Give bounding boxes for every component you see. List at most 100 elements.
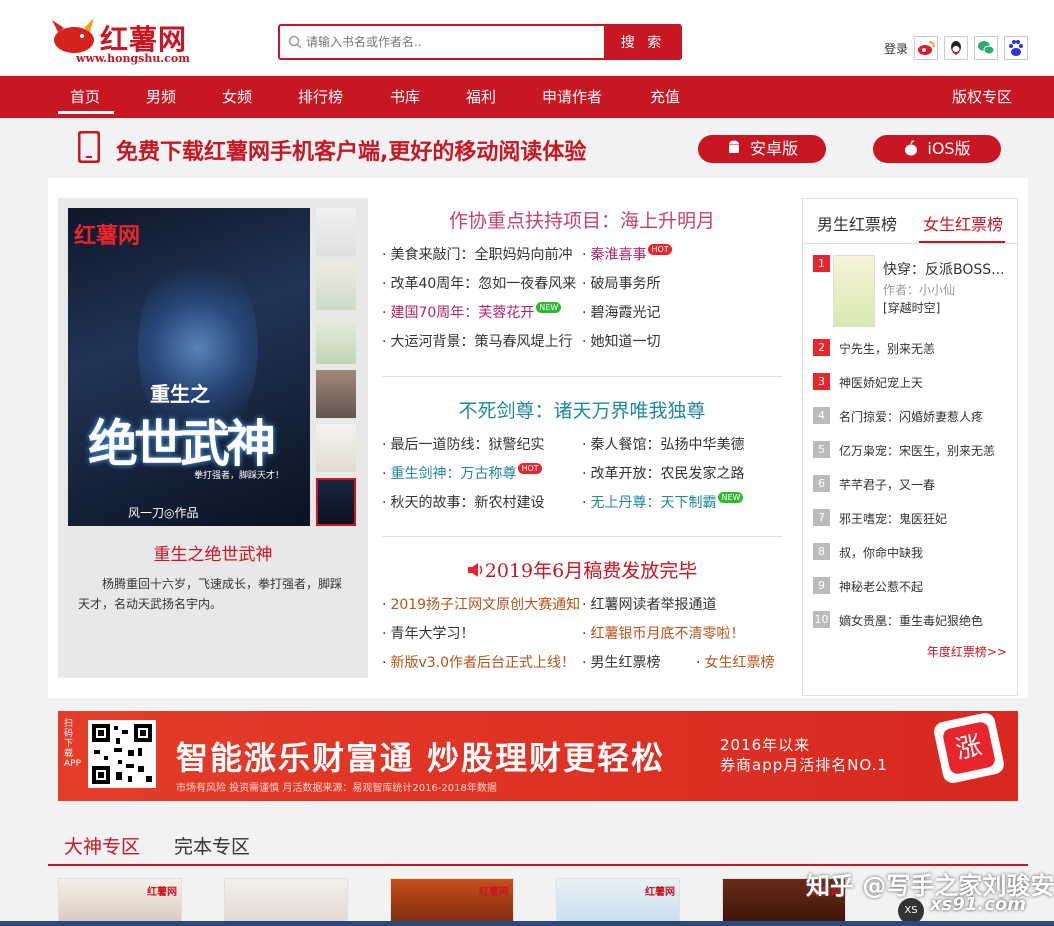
rank-number: 7 <box>813 509 830 526</box>
divider <box>382 536 782 537</box>
search-input[interactable] <box>306 30 596 54</box>
rank-title[interactable]: 叔，你命中缺我 <box>839 544 923 561</box>
cover-author: 风一刀◎作品 <box>128 506 199 520</box>
search-box: 搜 索 <box>278 24 682 60</box>
thumbnail[interactable] <box>316 370 356 418</box>
top-book-category[interactable]: [穿越时空] <box>883 299 940 316</box>
site-logo[interactable]: 红薯网 www.hongshu.com <box>50 14 200 66</box>
nav-ranking[interactable]: 排行榜 <box>298 86 343 107</box>
featured-description: 杨腾重回十六岁，飞速成长，拳打强者，脚踩天才，名动天武扬名宇内。 <box>78 577 343 611</box>
baidu-icon[interactable] <box>1004 36 1028 60</box>
android-label: 安卓版 <box>749 139 798 158</box>
ad-banner[interactable]: 扫码下载APP 智能涨乐财富通 炒股理财更轻松 2016年以来 券商app月活排名… <box>58 711 1018 801</box>
news-item[interactable]: 2019扬子江网文原创大赛通知 <box>382 594 580 614</box>
rank-title[interactable]: 名门掠爱：闪婚娇妻惹人疼 <box>839 408 983 425</box>
featured-cover[interactable]: 红薯网 重生之 绝世武神 拳打强者，脚踩天才！ 风一刀◎作品 <box>68 208 310 526</box>
qr-code-icon <box>88 720 156 788</box>
thumbnail[interactable] <box>316 262 356 310</box>
news-item[interactable]: 秋天的故事：新农村建设 <box>382 492 544 512</box>
login-link[interactable]: 登录 <box>884 40 908 57</box>
news-item[interactable]: 秦人餐馆：弘扬中华美德 <box>582 434 744 454</box>
nav-male[interactable]: 男频 <box>146 86 176 107</box>
rank-title[interactable]: 神医娇妃宠上天 <box>839 374 923 391</box>
book-card[interactable]: 红薯网 <box>556 878 680 926</box>
divider <box>382 376 782 377</box>
news-item[interactable]: 男生红票榜 <box>582 652 660 672</box>
nav-recharge[interactable]: 充值 <box>650 86 680 107</box>
thumbnail[interactable] <box>316 208 356 256</box>
nav-library[interactable]: 书库 <box>390 86 420 107</box>
rank-title[interactable]: 邪王嗜宠：鬼医狂妃 <box>839 510 947 527</box>
news-item[interactable]: 红薯网读者举报通道 <box>582 594 716 614</box>
nav-welfare[interactable]: 福利 <box>466 86 496 107</box>
tab-complete-zone[interactable]: 完本专区 <box>174 832 250 859</box>
nav-apply-author[interactable]: 申请作者 <box>542 86 602 107</box>
weibo-icon[interactable] <box>914 36 938 60</box>
android-download-button[interactable]: 安卓版 <box>698 135 826 163</box>
news-item[interactable]: 青年大学习！ <box>382 623 474 643</box>
news-item[interactable]: 重生剑神：万古称尊HOT <box>382 463 542 483</box>
news-item[interactable]: 美食来敲门：全职妈妈向前冲 <box>382 244 572 264</box>
book-card[interactable]: 红薯网 <box>58 878 182 926</box>
rank-title[interactable]: 芊芊君子，又一春 <box>839 476 935 493</box>
rank-number: 9 <box>813 577 830 594</box>
nav-female[interactable]: 女频 <box>222 86 252 107</box>
news-item[interactable]: 破局事务所 <box>582 273 660 293</box>
cover-title-small: 重生之 <box>150 382 210 406</box>
top-book-author: 作者：小小仙 <box>883 283 956 297</box>
rank-title[interactable]: 宁先生，别来无恙 <box>839 340 935 357</box>
android-icon <box>728 140 739 153</box>
news-item[interactable]: 最后一道防线：狱警纪实 <box>382 434 544 454</box>
annual-ranking-link[interactable]: 年度红票榜>> <box>927 643 1007 660</box>
ios-label: iOS版 <box>927 139 971 158</box>
thumbnail[interactable] <box>316 424 356 472</box>
nav-active-indicator <box>58 111 114 114</box>
nav-copyright[interactable]: 版权专区 <box>952 86 1012 107</box>
thumbnail-selected[interactable] <box>316 478 356 526</box>
rank-number: 5 <box>813 441 830 458</box>
app-download-banner: 免费下载红薯网手机客户端,更好的移动阅读体验 安卓版 iOS版 <box>48 118 1028 178</box>
tab-male-ranking[interactable]: 男生红票榜 <box>817 211 897 235</box>
ad-vertical-text: 扫码下载APP <box>64 719 82 769</box>
thumbnail[interactable] <box>316 316 356 364</box>
news-item[interactable]: 建国70周年：芙蓉花开NEW <box>382 302 562 322</box>
search-button[interactable]: 搜 索 <box>604 24 682 60</box>
news-item[interactable]: 新版v3.0作者后台正式上线！ <box>382 652 575 672</box>
rank-title[interactable]: 亿万枭宠：宋医生，别来无恙 <box>839 442 995 459</box>
rank-number: 4 <box>813 407 830 424</box>
speaker-icon <box>467 563 483 577</box>
news-heading[interactable]: 不死剑尊：诸天万界唯我独尊 <box>382 396 782 423</box>
nav-home[interactable]: 首页 <box>70 86 100 107</box>
wechat-icon[interactable] <box>974 36 998 60</box>
news-heading[interactable]: 作协重点扶持项目：海上升明月 <box>382 206 782 233</box>
zone-tabs: 大神专区 完本专区 <box>48 826 1028 866</box>
news-item[interactable]: 红薯银币月底不清零啦！ <box>582 623 744 643</box>
news-item[interactable]: 大运河背景：策马春风堤上行 <box>382 331 572 351</box>
tab-master-zone[interactable]: 大神专区 <box>64 832 140 859</box>
search-icon <box>288 35 302 49</box>
news-item[interactable]: 秦淮喜事HOT <box>582 244 672 264</box>
ad-side-text: 2016年以来 券商app月活排名NO.1 <box>720 736 888 774</box>
news-item[interactable]: 改革40周年：忽如一夜春风来 <box>382 273 576 293</box>
ad-headline: 智能涨乐财富通 炒股理财更轻松 <box>176 739 666 777</box>
book-card[interactable]: 红薯网 <box>390 878 514 926</box>
tab-female-ranking[interactable]: 女生红票榜 <box>923 211 1003 235</box>
rank-number: 6 <box>813 475 830 492</box>
rank-title[interactable]: 神秘老公惹不起 <box>839 578 923 595</box>
apple-icon <box>905 140 918 156</box>
rank-title[interactable]: 嫡女贵凰：重生毒妃狠绝色 <box>839 612 983 629</box>
ad-app-badge: 涨 <box>932 711 1006 785</box>
qq-icon[interactable] <box>944 36 968 60</box>
news-item[interactable]: 无上丹尊：天下制霸NEW <box>582 492 744 512</box>
bottom-bar <box>0 921 1054 926</box>
news-item[interactable]: 改革开放：农民发家之路 <box>582 463 744 483</box>
top-book-title[interactable]: 快穿：反派BOSS... <box>883 259 1005 279</box>
top-book-cover[interactable] <box>833 255 875 327</box>
news-heading[interactable]: 2019年6月稿费发放完毕 <box>382 556 782 583</box>
featured-title[interactable]: 重生之绝世武神 <box>58 540 368 565</box>
news-item[interactable]: 她知道一切 <box>582 331 660 351</box>
news-item[interactable]: 女生红票榜 <box>696 652 774 672</box>
ios-download-button[interactable]: iOS版 <box>873 135 1001 163</box>
news-item[interactable]: 碧海霞光记 <box>582 302 660 322</box>
book-card[interactable] <box>224 878 348 926</box>
